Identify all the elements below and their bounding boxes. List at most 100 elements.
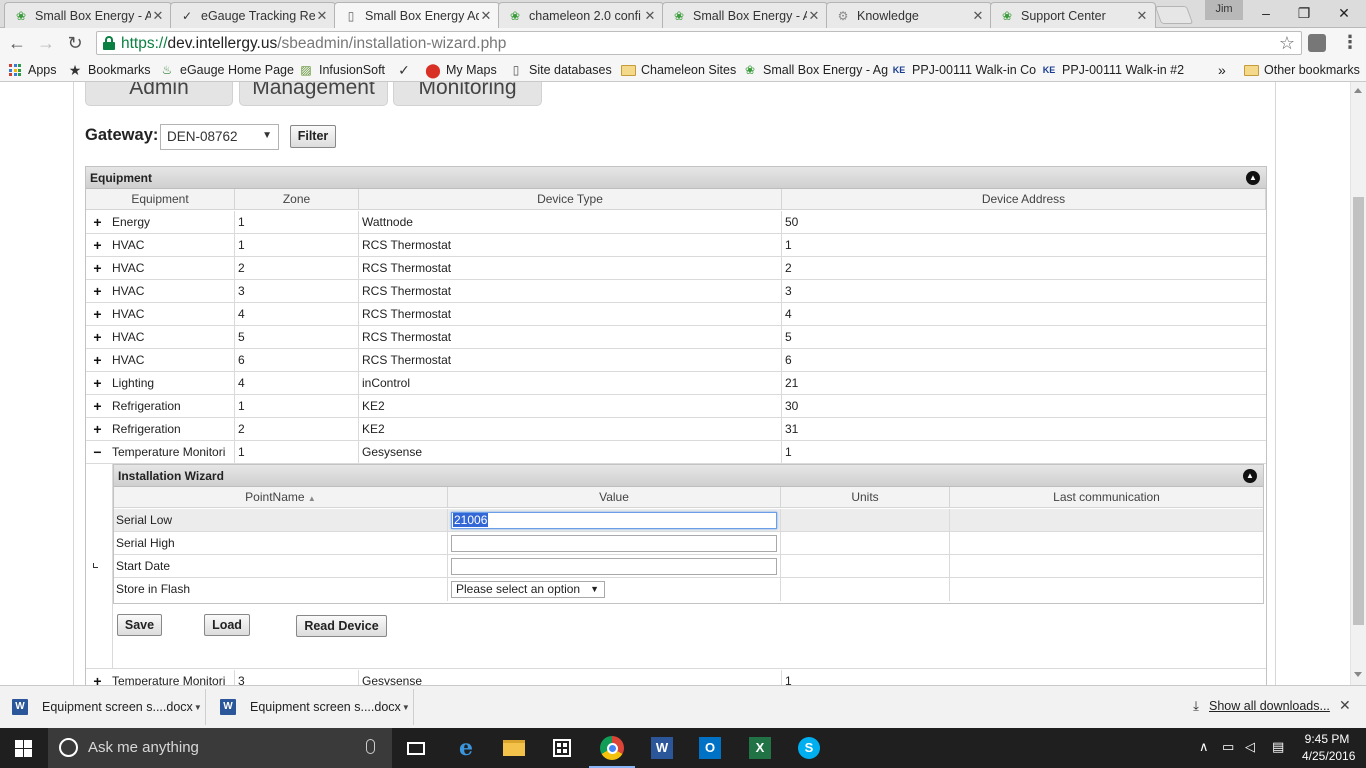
store-in-flash-select[interactable]: Please select an option ▼ xyxy=(451,581,605,598)
word-icon[interactable]: W xyxy=(648,734,676,762)
nav-tab-monitoring[interactable]: Monitoring xyxy=(393,82,542,106)
column-header-last-communication[interactable]: Last communication xyxy=(950,487,1263,508)
browser-tab-support-center[interactable]: ❀ Support Center ✕ xyxy=(990,2,1156,28)
browser-tab-active[interactable]: ▯ Small Box Energy Ad ✕ xyxy=(334,2,500,29)
table-row[interactable]: + HVAC 2 RCS Thermostat 2 xyxy=(86,257,1266,280)
scrollbar-thumb[interactable] xyxy=(1353,197,1364,625)
close-window-icon[interactable]: ✕ xyxy=(1324,0,1364,26)
other-bookmarks[interactable]: Other bookmarks xyxy=(1243,61,1360,79)
wizard-row-start-date[interactable]: Start Date xyxy=(114,555,1263,578)
download-item[interactable]: W Equipment screen s....docx ▼ xyxy=(208,689,414,725)
browser-tab-egauge-tracking[interactable]: ✓ eGauge Tracking Rep ✕ xyxy=(170,2,336,28)
profile-button[interactable]: Jim xyxy=(1205,0,1243,20)
restore-icon[interactable]: ❐ xyxy=(1284,0,1324,26)
new-tab-button[interactable] xyxy=(1154,6,1194,24)
browser-tab-chameleon[interactable]: ❀ chameleon 2.0 confi ✕ xyxy=(498,2,664,28)
volume-icon[interactable]: ◁ xyxy=(1245,739,1255,755)
chevron-down-icon[interactable]: ▼ xyxy=(401,703,411,712)
table-row[interactable]: + Lighting 4 inControl 21 xyxy=(86,372,1266,395)
task-view-icon[interactable] xyxy=(402,734,430,762)
close-icon[interactable]: ✕ xyxy=(643,8,657,24)
expand-row-icon[interactable]: + xyxy=(86,670,109,685)
serial-high-input[interactable] xyxy=(451,535,777,552)
bookmark-egauge[interactable]: ♨ eGauge Home Page xyxy=(159,61,294,79)
bookmark-small-box-energy[interactable]: ❀ Small Box Energy - Ag xyxy=(742,61,888,79)
wizard-row-serial-low[interactable]: Serial Low 21006 xyxy=(114,509,1263,532)
column-header-value[interactable]: Value xyxy=(448,487,781,508)
expand-row-icon[interactable]: + xyxy=(86,395,109,418)
page-scrollbar[interactable] xyxy=(1350,82,1366,685)
system-clock[interactable]: 9:45 PM 4/25/2016 xyxy=(1302,731,1355,765)
expand-row-icon[interactable]: + xyxy=(86,372,109,395)
wizard-row-serial-high[interactable]: Serial High xyxy=(114,532,1263,555)
bookmark-ppj-walkin-2[interactable]: KE PPJ-00111 Walk-in #2 xyxy=(1041,61,1184,79)
table-row[interactable]: + HVAC 1 RCS Thermostat 1 xyxy=(86,234,1266,257)
browser-tab-small-box-energy-1[interactable]: ❀ Small Box Energy - A ✕ xyxy=(4,2,172,28)
chevron-down-icon[interactable]: ▼ xyxy=(193,703,203,712)
bookmark-bookmarks[interactable]: ★ Bookmarks xyxy=(67,61,151,79)
scroll-up-arrow-icon[interactable] xyxy=(1354,88,1362,93)
column-header-device-address[interactable]: Device Address xyxy=(782,189,1266,210)
outlook-icon[interactable]: O xyxy=(696,734,724,762)
bookmark-my-maps[interactable]: ⬤ My Maps xyxy=(425,61,497,79)
close-icon[interactable]: ✕ xyxy=(1339,697,1351,714)
wizard-row-store-in-flash[interactable]: Store in Flash Please select an option ▼ xyxy=(114,578,1263,601)
bookmark-chameleon-sites[interactable]: Chameleon Sites xyxy=(620,61,736,79)
collapse-icon[interactable]: ▲ xyxy=(1246,171,1260,185)
expand-row-icon[interactable]: + xyxy=(86,418,109,441)
table-row-expanded[interactable]: − Temperature Monitori 1 Gesysense 1 xyxy=(86,441,1266,464)
expand-row-icon[interactable]: + xyxy=(86,303,109,326)
column-header-device-type[interactable]: Device Type xyxy=(359,189,782,210)
table-row[interactable]: + Refrigeration 1 KE2 30 xyxy=(86,395,1266,418)
table-row[interactable]: + HVAC 5 RCS Thermostat 5 xyxy=(86,326,1266,349)
bookmark-infusionsoft[interactable]: ▨ InfusionSoft xyxy=(298,61,385,79)
table-row[interactable]: + HVAC 3 RCS Thermostat 3 xyxy=(86,280,1266,303)
table-row[interactable]: + HVAC 4 RCS Thermostat 4 xyxy=(86,303,1266,326)
expand-row-icon[interactable]: + xyxy=(86,257,109,280)
store-icon[interactable] xyxy=(548,734,576,762)
nav-tab-admin[interactable]: Admin xyxy=(85,82,233,106)
collapse-icon[interactable]: ▲ xyxy=(1243,469,1257,483)
address-bar[interactable]: https://dev.intellergy.us/sbeadmin/insta… xyxy=(96,31,1302,55)
excel-icon[interactable]: X xyxy=(746,734,774,762)
close-icon[interactable]: ✕ xyxy=(807,8,821,24)
bookmark-site-databases[interactable]: ▯ Site databases xyxy=(508,61,612,79)
close-icon[interactable]: ✕ xyxy=(1135,8,1149,24)
start-date-input[interactable] xyxy=(451,558,777,575)
column-header-zone[interactable]: Zone xyxy=(235,189,359,210)
reload-icon[interactable]: ↻ xyxy=(63,31,87,55)
cortana-search-box[interactable]: Ask me anything xyxy=(48,728,392,768)
minimize-icon[interactable]: – xyxy=(1246,0,1286,26)
forward-arrow-icon[interactable]: → xyxy=(34,31,58,55)
skype-icon[interactable]: S xyxy=(795,734,823,762)
show-all-downloads-link[interactable]: Show all downloads... xyxy=(1209,699,1330,713)
close-icon[interactable]: ✕ xyxy=(479,8,493,24)
bookmark-ppj-walkin-co[interactable]: KE PPJ-00111 Walk-in Co xyxy=(891,61,1036,79)
collapse-row-icon[interactable]: − xyxy=(86,441,109,464)
column-header-equipment[interactable]: Equipment xyxy=(86,189,235,210)
column-header-pointname[interactable]: PointName ▲ xyxy=(114,487,448,508)
expand-row-icon[interactable]: + xyxy=(86,349,109,372)
show-all-downloads[interactable]: ⤓ Show all downloads... xyxy=(1189,698,1330,714)
extension-icon[interactable] xyxy=(1308,34,1326,52)
read-device-button[interactable]: Read Device xyxy=(296,615,387,637)
browser-tab-small-box-energy-2[interactable]: ❀ Small Box Energy - A ✕ xyxy=(662,2,828,28)
table-row[interactable]: + Temperature Monitori 3 Gesysense 1 xyxy=(86,670,1266,685)
close-icon[interactable]: ✕ xyxy=(315,8,329,24)
load-button[interactable]: Load xyxy=(204,614,250,636)
scroll-down-arrow-icon[interactable] xyxy=(1354,672,1362,677)
chrome-menu-icon[interactable]: ⋮ xyxy=(1340,31,1360,55)
expand-row-icon[interactable]: + xyxy=(86,211,109,234)
close-icon[interactable]: ✕ xyxy=(151,8,165,24)
table-row[interactable]: + HVAC 6 RCS Thermostat 6 xyxy=(86,349,1266,372)
serial-low-input[interactable]: 21006 xyxy=(451,512,777,529)
close-icon[interactable]: ✕ xyxy=(971,8,985,24)
bookmark-star-icon[interactable]: ☆ xyxy=(1279,32,1295,54)
column-header-units[interactable]: Units xyxy=(781,487,950,508)
expand-row-icon[interactable]: + xyxy=(86,326,109,349)
table-row[interactable]: + Energy 1 Wattnode 50 xyxy=(86,211,1266,234)
save-button[interactable]: Save xyxy=(117,614,162,636)
more-bookmarks-chevron[interactable]: » xyxy=(1218,61,1226,79)
battery-icon[interactable]: ▭ xyxy=(1222,739,1234,755)
chrome-icon[interactable] xyxy=(598,734,626,762)
